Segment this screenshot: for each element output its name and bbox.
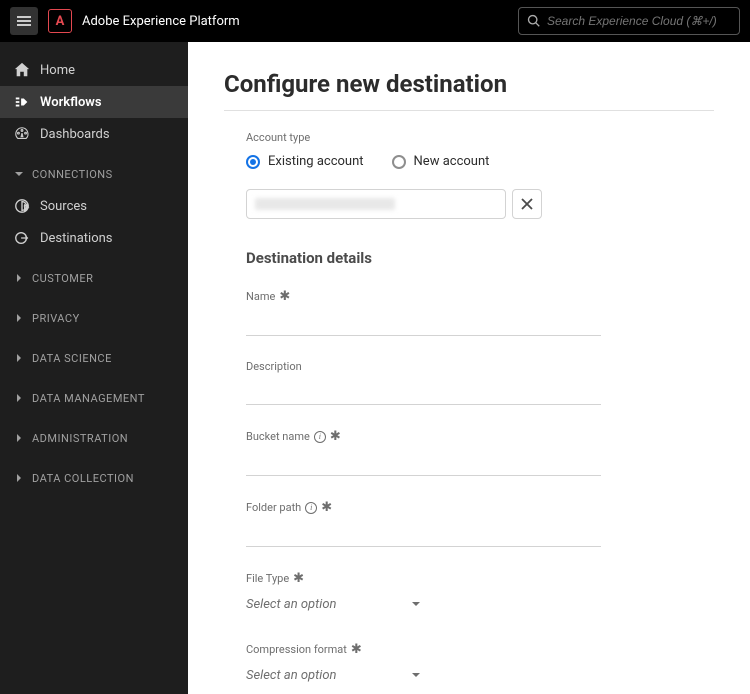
description-input[interactable] bbox=[246, 377, 601, 405]
search-box[interactable] bbox=[518, 7, 740, 35]
required-icon: ✱ bbox=[351, 642, 362, 657]
chevron-right-icon bbox=[14, 353, 24, 363]
nav-home[interactable]: Home bbox=[0, 54, 188, 86]
section-label: CUSTOMER bbox=[32, 272, 93, 285]
close-icon bbox=[521, 198, 533, 210]
filetype-label: File Type bbox=[246, 572, 289, 585]
bucket-input[interactable] bbox=[246, 448, 601, 476]
required-icon: ✱ bbox=[293, 571, 304, 586]
bucket-field-wrapper: Bucket name i ✱ bbox=[246, 429, 601, 476]
select-placeholder: Select an option bbox=[246, 597, 337, 612]
search-icon bbox=[527, 14, 541, 28]
page-title: Configure new destination bbox=[224, 70, 714, 98]
nav-label: Home bbox=[40, 63, 75, 78]
radio-icon bbox=[246, 155, 260, 169]
nav-dashboards[interactable]: Dashboards bbox=[0, 118, 188, 150]
chevron-right-icon bbox=[14, 273, 24, 283]
folder-field-wrapper: Folder path i ✱ bbox=[246, 500, 601, 547]
clear-account-button[interactable] bbox=[512, 189, 542, 219]
radio-label: New account bbox=[414, 154, 490, 169]
compression-field-wrapper: Compression format ✱ Select an option bbox=[246, 642, 601, 689]
chevron-right-icon bbox=[14, 433, 24, 443]
nav-label: Destinations bbox=[40, 231, 113, 246]
name-input[interactable] bbox=[246, 308, 601, 336]
nav-workflows[interactable]: Workflows bbox=[0, 86, 188, 118]
info-icon[interactable]: i bbox=[305, 502, 317, 514]
section-connections[interactable]: CONNECTIONS bbox=[0, 158, 188, 190]
filetype-select[interactable]: Select an option bbox=[246, 590, 421, 618]
account-type-radio-group: Existing account New account bbox=[246, 154, 714, 169]
section-datacollection[interactable]: DATA COLLECTION bbox=[0, 462, 188, 494]
sidebar: Home Workflows Dashboards CONNECTIONS So… bbox=[0, 42, 188, 694]
section-privacy[interactable]: PRIVACY bbox=[0, 302, 188, 334]
chevron-right-icon bbox=[14, 313, 24, 323]
app-title: Adobe Experience Platform bbox=[82, 14, 240, 29]
section-label: CONNECTIONS bbox=[32, 168, 113, 181]
radio-icon bbox=[392, 155, 406, 169]
section-administration[interactable]: ADMINISTRATION bbox=[0, 422, 188, 454]
chevron-right-icon bbox=[14, 473, 24, 483]
sources-icon bbox=[14, 198, 30, 214]
nav-label: Sources bbox=[40, 199, 87, 214]
required-icon: ✱ bbox=[330, 429, 341, 444]
section-datascience[interactable]: DATA SCIENCE bbox=[0, 342, 188, 374]
divider bbox=[224, 110, 714, 111]
chevron-right-icon bbox=[14, 393, 24, 403]
chevron-down-icon bbox=[14, 169, 24, 179]
bucket-label: Bucket name bbox=[246, 430, 310, 443]
description-label: Description bbox=[246, 360, 302, 373]
account-selector[interactable] bbox=[246, 189, 506, 219]
logo-letter: A bbox=[56, 14, 65, 29]
section-datamanagement[interactable]: DATA MANAGEMENT bbox=[0, 382, 188, 414]
section-label: PRIVACY bbox=[32, 312, 80, 325]
main-content: Configure new destination Account type E… bbox=[188, 42, 750, 694]
radio-existing-account[interactable]: Existing account bbox=[246, 154, 364, 169]
destination-details-title: Destination details bbox=[246, 249, 714, 267]
name-field-wrapper: Name ✱ bbox=[246, 289, 601, 336]
chevron-down-icon bbox=[411, 599, 421, 609]
nav-label: Workflows bbox=[40, 95, 102, 110]
folder-label: Folder path bbox=[246, 501, 301, 514]
section-customer[interactable]: CUSTOMER bbox=[0, 262, 188, 294]
section-label: DATA MANAGEMENT bbox=[32, 392, 145, 405]
folder-input[interactable] bbox=[246, 519, 601, 547]
info-icon[interactable]: i bbox=[314, 431, 326, 443]
name-label: Name bbox=[246, 290, 275, 303]
compression-label: Compression format bbox=[246, 643, 347, 656]
home-icon bbox=[14, 62, 30, 78]
search-input[interactable] bbox=[547, 14, 731, 28]
filetype-field-wrapper: File Type ✱ Select an option bbox=[246, 571, 601, 618]
account-type-label: Account type bbox=[246, 131, 714, 144]
chevron-down-icon bbox=[411, 670, 421, 680]
radio-new-account[interactable]: New account bbox=[392, 154, 490, 169]
nav-sources[interactable]: Sources bbox=[0, 190, 188, 222]
radio-label: Existing account bbox=[268, 154, 364, 169]
destinations-icon bbox=[14, 230, 30, 246]
section-label: ADMINISTRATION bbox=[32, 432, 128, 445]
topbar: A Adobe Experience Platform bbox=[0, 0, 750, 42]
hamburger-menu[interactable] bbox=[10, 7, 38, 35]
menu-icon bbox=[16, 13, 32, 29]
section-label: DATA COLLECTION bbox=[32, 472, 134, 485]
select-placeholder: Select an option bbox=[246, 668, 337, 683]
description-field-wrapper: Description bbox=[246, 360, 601, 405]
app-logo: A bbox=[48, 9, 72, 33]
nav-label: Dashboards bbox=[40, 127, 110, 142]
required-icon: ✱ bbox=[279, 289, 290, 304]
nav-destinations[interactable]: Destinations bbox=[0, 222, 188, 254]
section-label: DATA SCIENCE bbox=[32, 352, 112, 365]
compression-select[interactable]: Select an option bbox=[246, 661, 421, 689]
workflow-icon bbox=[14, 94, 30, 110]
required-icon: ✱ bbox=[321, 500, 332, 515]
dashboard-icon bbox=[14, 126, 30, 142]
account-value-redacted bbox=[255, 198, 395, 210]
